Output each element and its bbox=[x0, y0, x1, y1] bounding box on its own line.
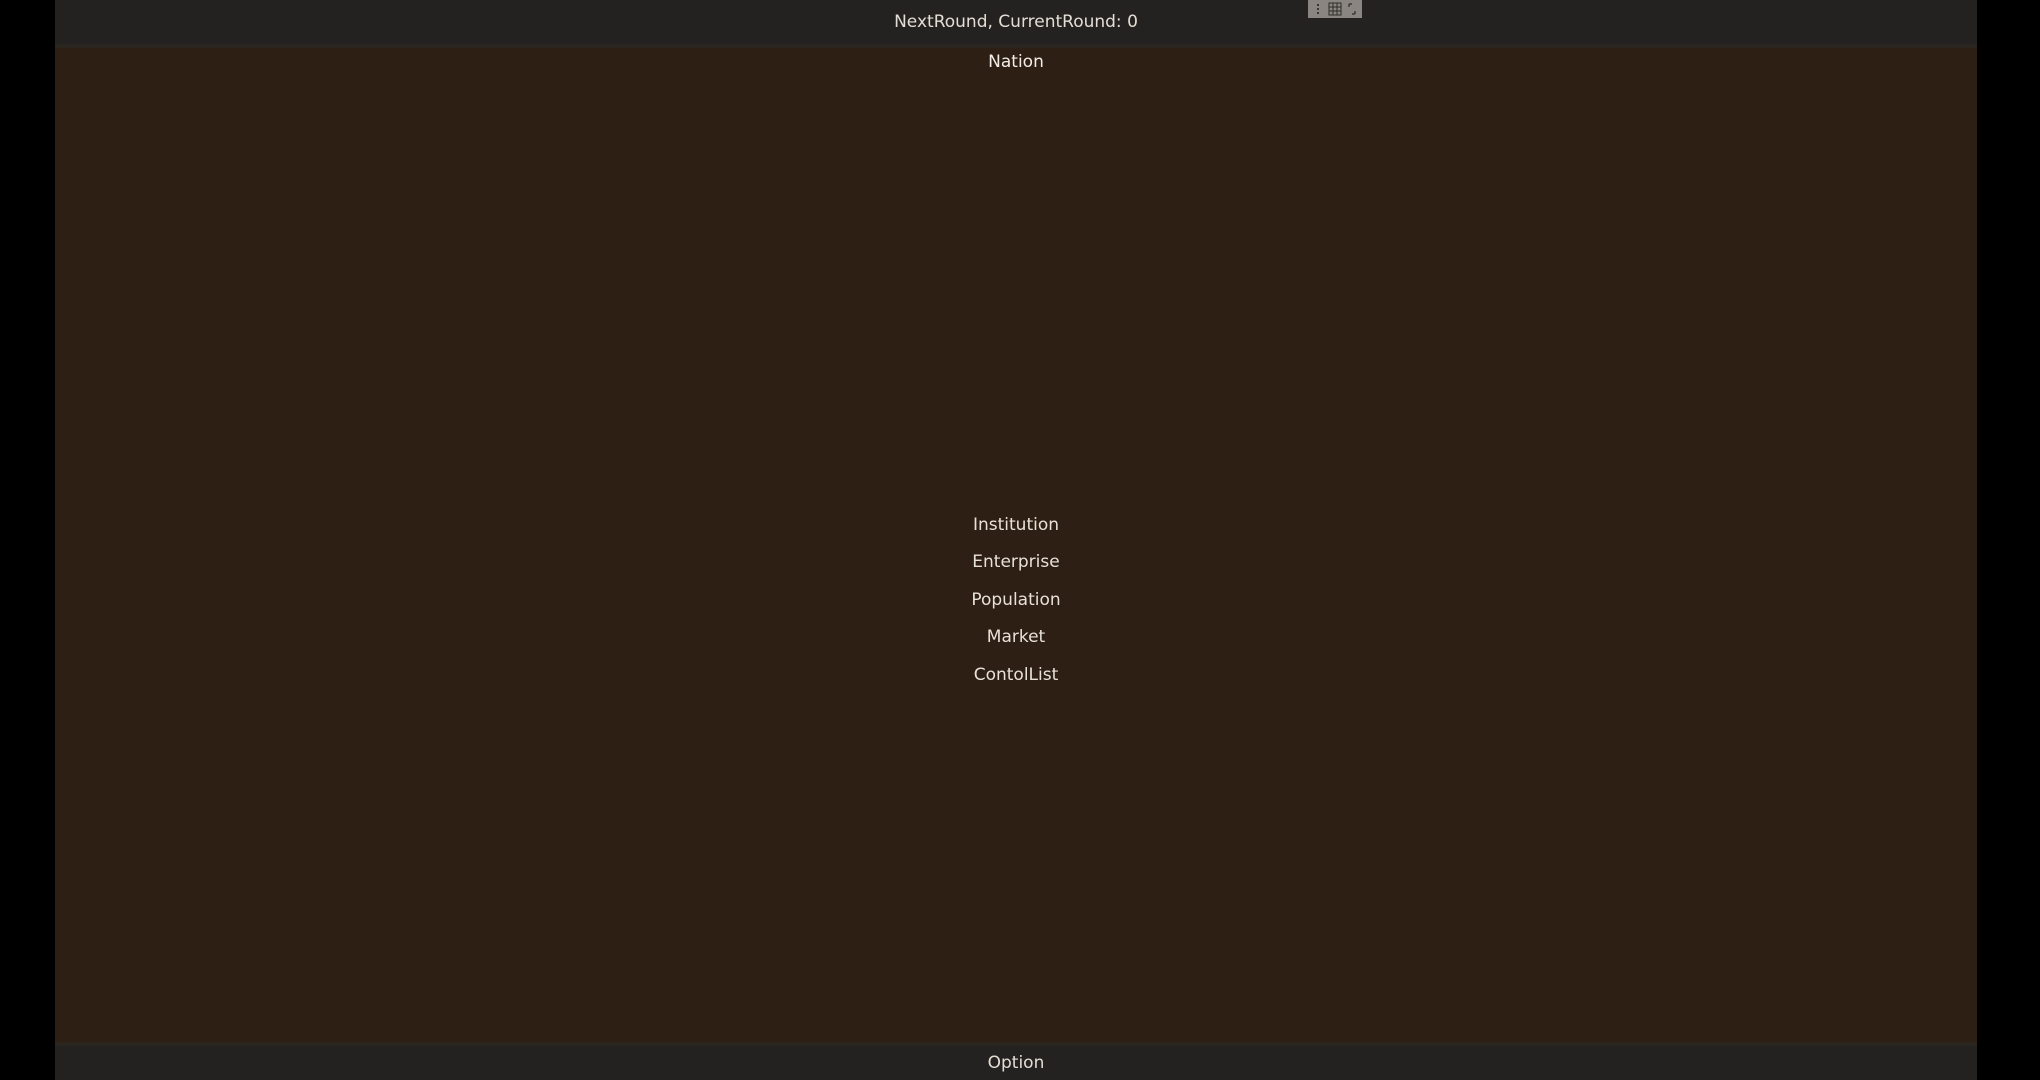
bottom-bar: Option bbox=[55, 1042, 1977, 1080]
nation-title: Nation bbox=[988, 52, 1044, 72]
next-round-label: NextRound, CurrentRound: 0 bbox=[894, 12, 1138, 32]
top-bar: NextRound, CurrentRound: 0 bbox=[55, 0, 1977, 48]
menu-item-label: Population bbox=[971, 589, 1061, 610]
editor-toolbar bbox=[1308, 0, 1362, 18]
game-window: NextRound, CurrentRound: 0 Nation Instit… bbox=[55, 0, 1977, 1080]
option-label: Option bbox=[987, 1053, 1045, 1073]
next-round-button[interactable]: NextRound, CurrentRound: 0 bbox=[55, 0, 1977, 44]
menu-item-market[interactable]: Market bbox=[55, 619, 1977, 657]
menu-item-contollist[interactable]: ContolList bbox=[55, 656, 1977, 694]
drag-handle-icon[interactable] bbox=[1311, 2, 1325, 16]
grid-icon[interactable] bbox=[1328, 2, 1342, 16]
menu-item-label: ContolList bbox=[973, 664, 1059, 685]
resize-icon[interactable] bbox=[1345, 2, 1359, 16]
menu-item-enterprise[interactable]: Enterprise bbox=[55, 544, 1977, 582]
menu-item-label: Enterprise bbox=[972, 552, 1060, 573]
nation-panel: Nation Institution Enterprise Population… bbox=[55, 48, 1977, 1042]
option-button[interactable]: Option bbox=[55, 1046, 1977, 1080]
menu-item-population[interactable]: Population bbox=[55, 581, 1977, 619]
menu-item-institution[interactable]: Institution bbox=[55, 506, 1977, 544]
menu-item-label: Market bbox=[986, 627, 1046, 648]
nation-tab[interactable]: Nation bbox=[55, 48, 1977, 76]
menu-item-label: Institution bbox=[972, 514, 1060, 535]
nation-menu: Institution Enterprise Population Market… bbox=[55, 506, 1977, 694]
